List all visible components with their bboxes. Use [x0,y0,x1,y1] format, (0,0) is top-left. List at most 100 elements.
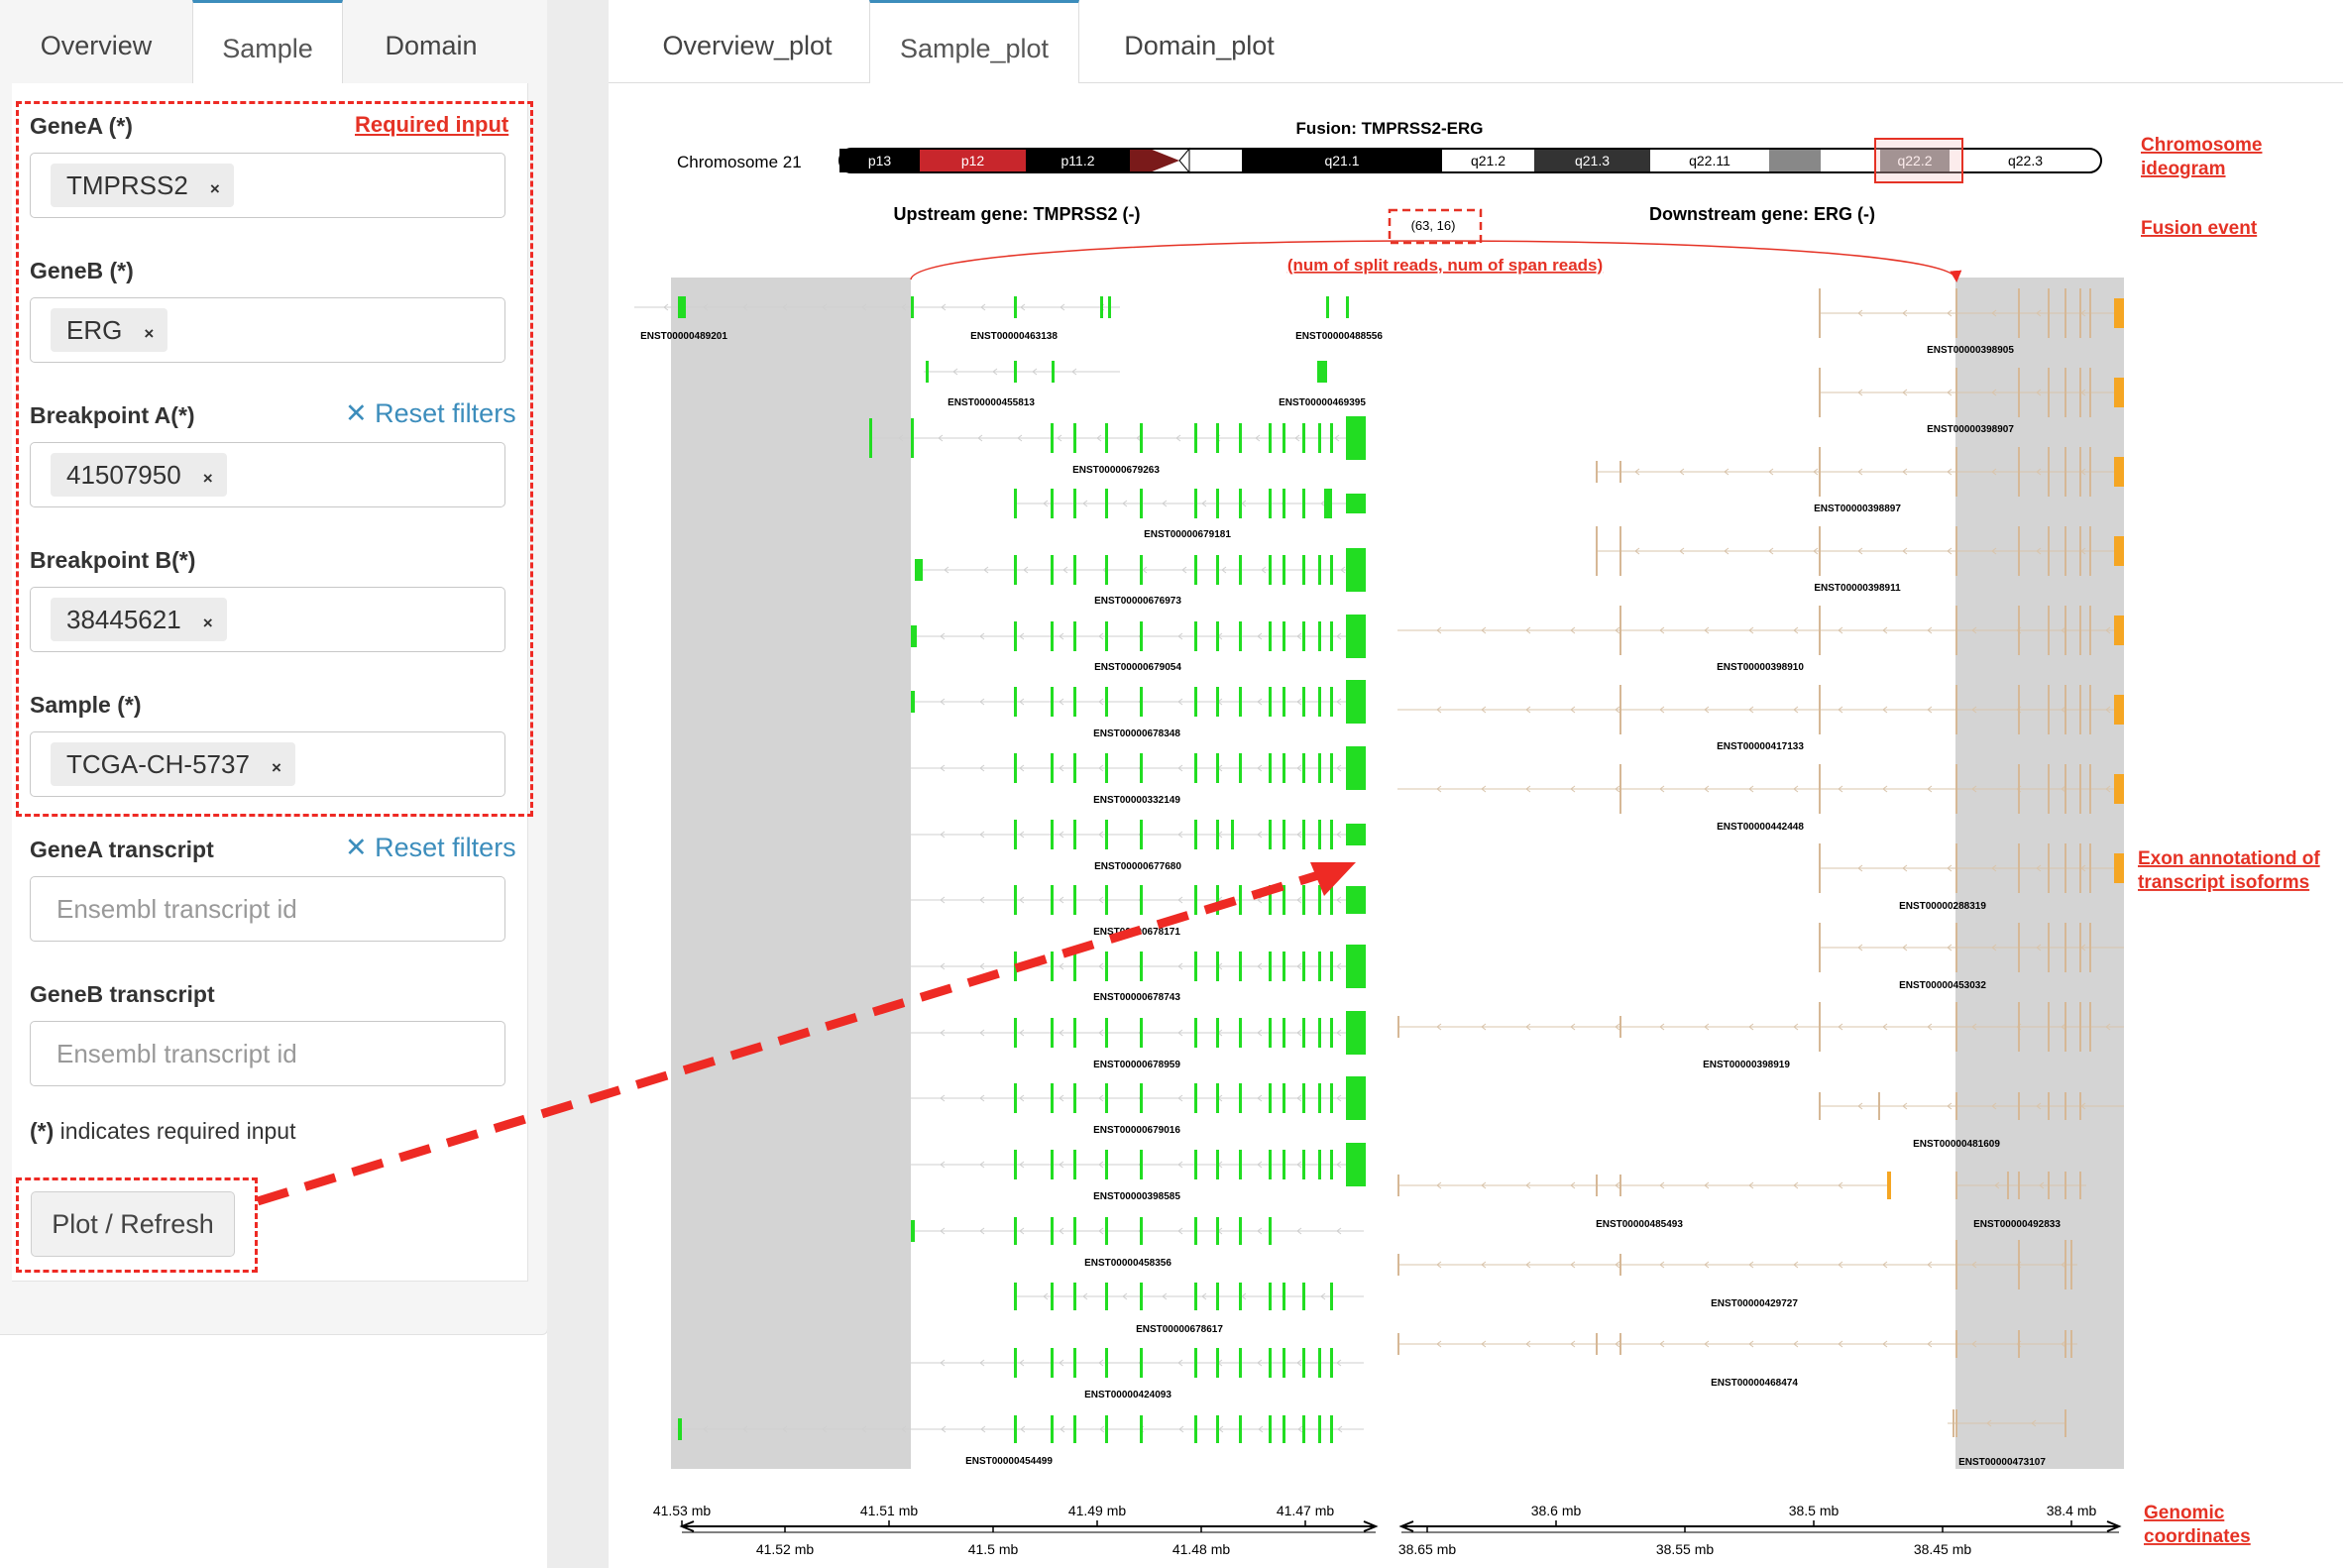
exon [1105,885,1108,915]
exon [1302,489,1305,518]
exon [1100,296,1103,318]
right-tick-label: 38.55 mb [1656,1541,1715,1557]
exon [1105,1415,1108,1443]
exon [1955,1409,1957,1437]
excluded-region-left [671,278,911,1469]
exon [1105,952,1108,981]
exon [1330,885,1333,915]
exon [1269,489,1272,518]
exon [1283,1150,1285,1179]
exon [2114,457,2124,487]
genomic-coordinates-annotation: Genomic coordinates [2144,1503,2251,1547]
exon [1239,489,1242,518]
transcript-id: ENST00000455813 [948,397,1035,408]
exon [1051,952,1054,981]
excluded-region-right [1955,278,2124,1469]
exon [1140,820,1143,849]
exon [1619,1254,1621,1276]
exon [1073,1348,1076,1378]
exon [1239,1150,1242,1179]
exon [1194,423,1197,453]
exon [1283,1018,1285,1048]
exon [2048,1172,2050,1199]
transcript-id: ENST00000676973 [1094,596,1181,607]
exon [1073,1083,1076,1113]
right-tick-label: 38.45 mb [1914,1541,1972,1557]
chromosome-label: Chromosome 21 [677,153,802,171]
exon [1014,555,1017,585]
exon-annotation-annotation: Exon annotationd of transcript isoforms [2138,848,2320,893]
exon [2064,1409,2066,1437]
transcript-id: ENST00000424093 [1084,1390,1172,1400]
transcript-id: ENST00000398911 [1814,583,1901,594]
exon [1105,621,1108,651]
exon [1014,621,1017,651]
exon [2064,843,2066,893]
band-label: p13 [868,153,892,168]
exon [1140,1415,1143,1443]
right-tick-label: 38.6 mb [1531,1503,1582,1518]
exon [2079,1172,2081,1199]
exon [1051,423,1054,453]
exon [2064,288,2066,338]
exon [2064,1092,2066,1120]
fusion-event-annotation: Fusion event [2141,218,2258,239]
exon [1140,1150,1143,1179]
exon [1140,489,1143,518]
exon [1330,1018,1333,1048]
transcript-id: ENST00000468474 [1711,1378,1798,1389]
exon [1955,1172,1957,1199]
exon [2018,606,2020,655]
band-label: q22.11 [1689,153,1730,168]
exon [1955,1002,1957,1052]
exon [2089,923,2091,972]
exon [1324,361,1327,383]
ideogram-band [1130,149,1150,172]
exon [1330,952,1333,981]
exon [1051,489,1054,518]
exon [1194,885,1197,915]
exon [2018,685,2020,734]
exon [678,296,686,318]
exon [1073,687,1076,717]
exon [1051,885,1054,915]
exon [1283,621,1285,651]
exon [1302,1415,1305,1443]
exon [1105,1283,1108,1310]
exon [2079,1002,2081,1052]
band-label: q21.3 [1575,153,1610,168]
exon [1194,1150,1197,1179]
exon [1194,1083,1197,1113]
upstream-gene-label: Upstream gene: TMPRSS2 (-) [893,204,1140,224]
exon [2007,1172,2009,1199]
exon [1302,753,1305,783]
exon [1302,1283,1305,1310]
exon [2070,1330,2072,1358]
exon [1819,526,1821,576]
exon [2089,526,2091,576]
exon [1231,820,1234,849]
exon [1955,764,1957,814]
exon [1318,1348,1321,1378]
transcript-id: ENST00000332149 [1093,795,1180,806]
exon [1397,1333,1399,1355]
exon [1051,555,1054,585]
exon [1239,1083,1242,1113]
transcript-id: ENST00000678743 [1093,992,1180,1003]
exon [1269,1018,1272,1048]
exon [1269,952,1272,981]
exon [1194,1018,1197,1048]
exon [1819,843,1821,893]
exon [2064,764,2066,814]
exon [1326,296,1329,318]
exon [1140,687,1143,717]
exon [1239,1283,1242,1310]
exon [1073,1415,1076,1443]
exon [1302,687,1305,717]
transcript-id: ENST00000463138 [970,331,1058,342]
exon [1014,489,1017,518]
exon [1140,952,1143,981]
exon [678,1418,682,1440]
exon [1346,1011,1366,1055]
exon [1194,489,1197,518]
